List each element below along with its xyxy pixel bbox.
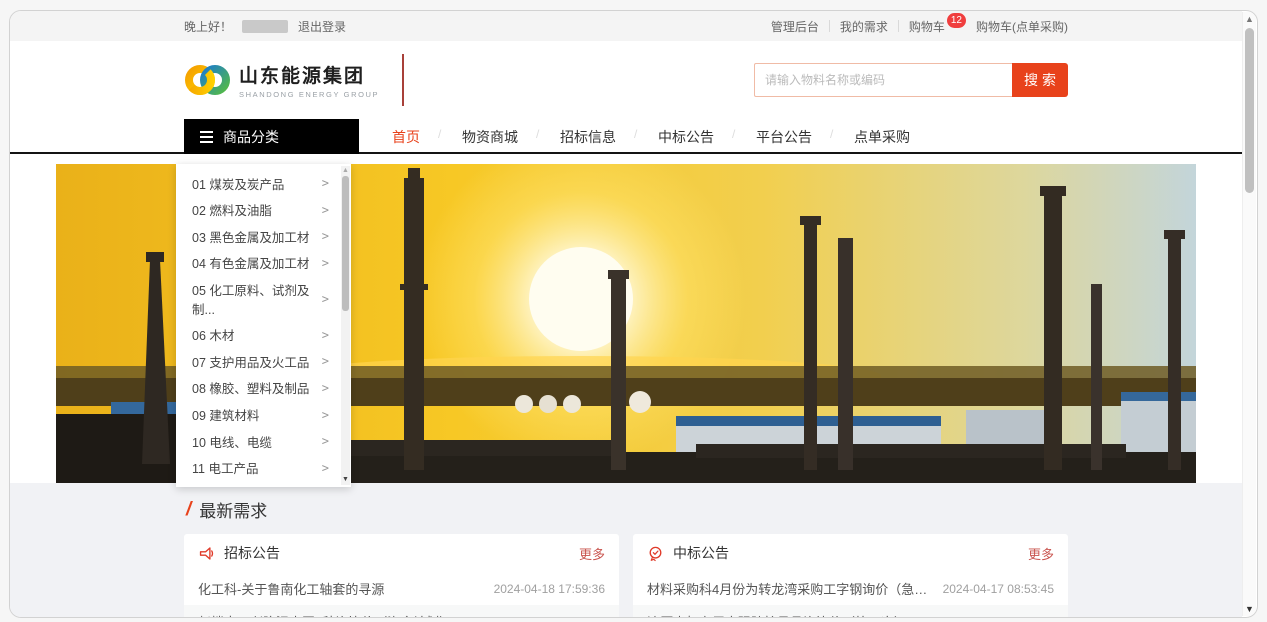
notice-date: 2024-04-15 13:55:04: [943, 615, 1054, 619]
cart-count-badge: 12: [947, 13, 966, 28]
cart-link[interactable]: 购物车: [909, 18, 945, 35]
scrollbar-thumb[interactable]: [342, 176, 349, 311]
nav-item-home[interactable]: 首页: [371, 127, 441, 147]
category-item[interactable]: 02 燃料及油脂>: [176, 200, 351, 219]
notice-row[interactable]: 液压支架专用高强防护吊具询比价（第二次） 2024-04-15 13:55:04: [633, 605, 1068, 618]
category-scrollbar[interactable]: ▲ ▼: [341, 166, 350, 485]
latest-demand-section: / 最新需求 招标公告 更多: [10, 483, 1242, 618]
scroll-up-icon[interactable]: ▲: [1245, 12, 1254, 26]
my-demand-link[interactable]: 我的需求: [840, 18, 888, 35]
notice-row[interactable]: 材料采购科4月份为转龙湾采购工字钢询价（急用） 2024-04-17 08:53…: [633, 572, 1068, 605]
scroll-up-icon[interactable]: ▲: [342, 166, 349, 176]
category-panel: 01 煤炭及炭产品> 02 燃料及油脂> 03 黑色金属及加工材> 04 有色金…: [176, 164, 351, 487]
scrollbar-thumb[interactable]: [1245, 28, 1254, 193]
category-item[interactable]: 08 橡胶、塑料及制品>: [176, 378, 351, 397]
search-button[interactable]: 搜索: [1012, 63, 1068, 97]
logout-link[interactable]: 退出登录: [298, 18, 346, 35]
divider: [898, 20, 899, 32]
chevron-right-icon: >: [322, 381, 329, 395]
more-link[interactable]: 更多: [579, 544, 605, 563]
cart-order-link[interactable]: 购物车(点单采购): [976, 18, 1068, 35]
award-notice-panel: 中标公告 更多 材料采购科4月份为转龙湾采购工字钢询价（急用） 2024-04-…: [633, 534, 1068, 618]
notice-date: 2024-04-17 08:53:45: [943, 582, 1054, 596]
banner-zone: 01 煤炭及炭产品> 02 燃料及油脂> 03 黑色金属及加工材> 04 有色金…: [10, 154, 1242, 483]
panel-title: 招标公告: [224, 543, 570, 563]
site-header: 山东能源集团 SHANDONG ENERGY GROUP 搜索: [10, 41, 1242, 119]
panel-title: 中标公告: [673, 543, 1019, 563]
medal-check-icon: [647, 545, 664, 562]
tender-notice-panel: 招标公告 更多 化工科-关于鲁南化工轴套的寻源 2024-04-18 17:59…: [184, 534, 619, 618]
logo-divider: [402, 54, 404, 106]
topbar: 晚上好！ 退出登录 管理后台 我的需求 购物车 12 购物车(点单采购): [10, 11, 1242, 41]
main-nav: 商品分类 首页 物资商城 招标信息 中标公告 平台公告 点单采购: [10, 119, 1242, 154]
chevron-right-icon: >: [322, 461, 329, 475]
category-item[interactable]: 11 电工产品>: [176, 458, 351, 477]
nav-item-mall[interactable]: 物资商城: [441, 127, 539, 147]
category-menu-button[interactable]: 商品分类: [184, 119, 359, 154]
nav-item-tender-info[interactable]: 招标信息: [539, 127, 637, 147]
logo-rings-icon: [184, 60, 230, 100]
chevron-right-icon: >: [322, 354, 329, 368]
notice-date: 2024-04-18 17:59:36: [494, 582, 605, 596]
chevron-right-icon: >: [322, 203, 329, 217]
section-title: 最新需求: [199, 497, 267, 522]
logo-title: 山东能源集团: [239, 61, 379, 88]
logo-subtitle: SHANDONG ENERGY GROUP: [239, 90, 379, 99]
category-menu-label: 商品分类: [223, 127, 279, 147]
nav-item-award-notice[interactable]: 中标公告: [637, 127, 735, 147]
greeting-text: 晚上好！: [184, 18, 232, 35]
category-item[interactable]: 07 支护用品及火工品>: [176, 352, 351, 371]
category-item[interactable]: 04 有色金属及加工材>: [176, 253, 351, 272]
divider: [829, 20, 830, 32]
more-link[interactable]: 更多: [1028, 544, 1054, 563]
chevron-right-icon: >: [322, 408, 329, 422]
page-card: 晚上好！ 退出登录 管理后台 我的需求 购物车 12 购物车(点单采购): [9, 10, 1258, 618]
nav-item-platform-notice[interactable]: 平台公告: [735, 127, 833, 147]
category-item[interactable]: 01 煤炭及炭产品>: [176, 174, 351, 193]
category-item[interactable]: 09 建筑材料>: [176, 405, 351, 424]
nav-item-order-purchase[interactable]: 点单采购: [833, 127, 931, 147]
chevron-right-icon: >: [322, 176, 329, 190]
username-redacted: [242, 20, 288, 33]
logo: 山东能源集团 SHANDONG ENERGY GROUP: [184, 54, 404, 106]
admin-link[interactable]: 管理后台: [771, 18, 819, 35]
search-bar: 搜索: [754, 63, 1068, 97]
scroll-down-icon[interactable]: ▼: [342, 475, 349, 485]
scroll-down-icon[interactable]: ▼: [1245, 602, 1254, 616]
category-item[interactable]: 05 化工原料、试剂及制...>: [176, 280, 351, 318]
notice-date: 2024-04-18 17:31:43: [494, 615, 605, 619]
chevron-right-icon: >: [322, 328, 329, 342]
hamburger-icon: [200, 131, 213, 143]
chevron-right-icon: >: [322, 292, 329, 306]
category-item[interactable]: 10 电线、电缆>: [176, 432, 351, 451]
page-scrollbar[interactable]: ▲ ▼: [1242, 12, 1256, 616]
notice-row[interactable]: 化工科-关于鲁南化工轴套的寻源 2024-04-18 17:59:36: [184, 572, 619, 605]
megaphone-icon: [198, 545, 215, 562]
chevron-right-icon: >: [322, 256, 329, 270]
section-slash-icon: /: [186, 499, 191, 521]
category-item[interactable]: 06 木材>: [176, 325, 351, 344]
category-item[interactable]: 03 黑色金属及加工材>: [176, 227, 351, 246]
search-input[interactable]: [754, 63, 1012, 97]
chevron-right-icon: >: [322, 229, 329, 243]
notice-row[interactable]: 赵楼电厂兴隆污水泵3种询比价（资金计划） 2024-04-18 17:31:43: [184, 605, 619, 618]
chevron-right-icon: >: [322, 434, 329, 448]
